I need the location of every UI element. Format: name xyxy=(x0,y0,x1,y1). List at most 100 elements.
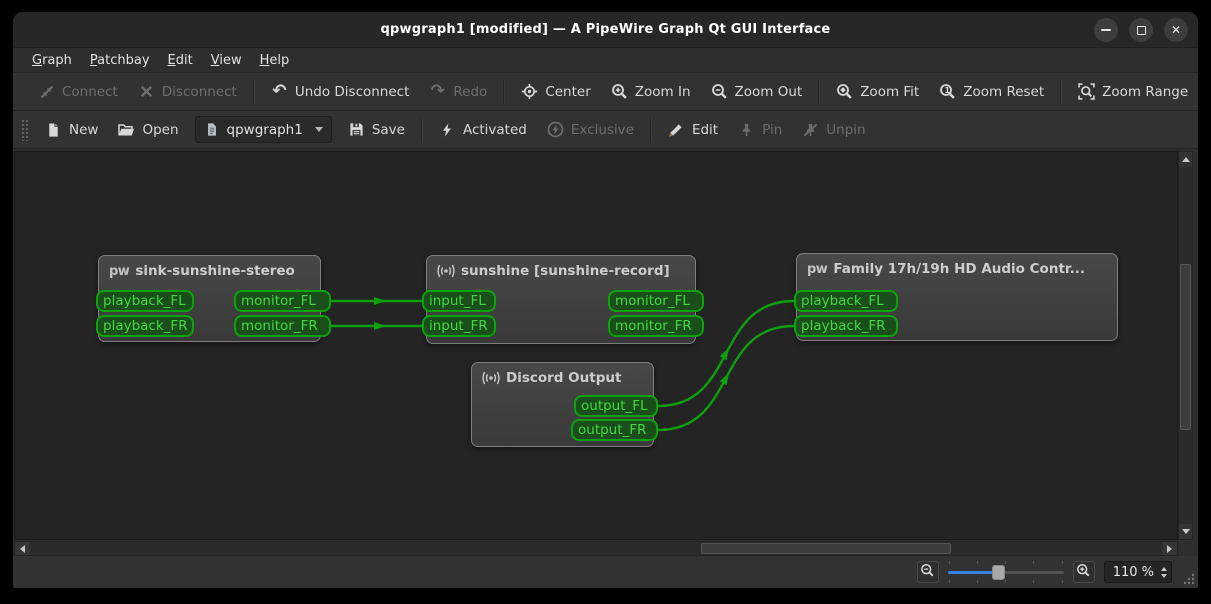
zoom-in-button[interactable]: Zoom In xyxy=(601,77,701,106)
wire-arrowhead xyxy=(719,372,729,386)
arrow-up-icon xyxy=(1181,157,1190,162)
arrow-right-icon xyxy=(1167,544,1172,553)
arrow-left-icon xyxy=(20,544,25,553)
zoom-fit-icon xyxy=(836,83,853,100)
zoom-out-icon xyxy=(711,83,728,100)
new-button[interactable]: New xyxy=(35,115,108,144)
zoom-slider[interactable] xyxy=(947,561,1064,583)
port-monitor-fr[interactable]: monitor_FR xyxy=(234,315,331,337)
port-family-playback-fl[interactable]: playback_FL xyxy=(794,290,898,312)
port-input-fl[interactable]: input_FL xyxy=(422,290,496,312)
port-output-fr[interactable]: output_FR xyxy=(571,419,658,441)
port-family-playback-fr[interactable]: playback_FR xyxy=(794,315,898,337)
port-sunshine-monitor-fr[interactable]: monitor_FR xyxy=(608,315,704,337)
zoom-fit-button[interactable]: Zoom Fit xyxy=(826,77,929,106)
port-playback-fr[interactable]: playback_FR xyxy=(96,315,194,337)
wire-arrowhead xyxy=(374,322,386,330)
connect-button[interactable]: Connect xyxy=(28,77,128,106)
unpin-button[interactable]: Unpin xyxy=(792,115,875,144)
scroll-right-button[interactable] xyxy=(1162,542,1177,555)
redo-icon: ↷ xyxy=(430,81,446,101)
undo-disconnect-button[interactable]: ↶ Undo Disconnect xyxy=(261,77,420,106)
exclusive-bolt-icon xyxy=(547,121,564,138)
edit-button[interactable]: Edit xyxy=(658,115,728,144)
new-file-icon xyxy=(45,121,62,138)
scroll-up-button[interactable] xyxy=(1179,152,1192,167)
app-window: qpwgraph1 [modified] — A PipeWire Graph … xyxy=(13,12,1198,588)
connections-layer xyxy=(331,297,795,432)
patchbay-file-combobox[interactable]: qpwgraph1 xyxy=(194,116,332,143)
menu-graph[interactable]: Graph xyxy=(23,50,81,71)
save-button[interactable]: Save xyxy=(338,115,415,144)
zoom-range-icon xyxy=(1078,83,1095,100)
activated-bolt-icon xyxy=(439,121,456,138)
resize-grip-icon[interactable] xyxy=(1181,571,1195,585)
edit-pencil-icon xyxy=(668,121,685,138)
menu-patchbay[interactable]: Patchbay xyxy=(81,50,159,71)
toolbar-separator xyxy=(649,117,652,142)
port-input-fr[interactable]: input_FR xyxy=(422,315,496,337)
vertical-scrollbar[interactable] xyxy=(1178,151,1193,540)
zoom-out-icon xyxy=(920,563,935,582)
arrow-down-icon xyxy=(1181,529,1190,534)
zoom-in-icon xyxy=(1076,563,1091,582)
disconnect-button[interactable]: PinDisconnect xyxy=(128,77,247,106)
menu-edit[interactable]: Edit xyxy=(159,50,202,71)
open-folder-icon xyxy=(118,121,135,138)
patchbay-toolbar: New Open qpwgraph1 Save Activated Exclus… xyxy=(13,111,1198,149)
zoom-range-button[interactable]: Zoom Range xyxy=(1068,77,1198,106)
zoom-out-button[interactable]: Zoom Out xyxy=(701,77,813,106)
open-button[interactable]: Open xyxy=(108,115,188,144)
statusbar-zoom-in-button[interactable] xyxy=(1072,561,1095,583)
zoom-percent-spinbox[interactable]: 110 % xyxy=(1103,561,1172,583)
port-output-fl[interactable]: output_FL xyxy=(574,395,658,417)
wire-arrowhead xyxy=(719,347,729,361)
graph-canvas[interactable]: pw sink-sunshine-stereo sunshine [sunshi… xyxy=(15,152,1177,539)
toolbar-separator xyxy=(252,79,255,104)
minimize-button[interactable] xyxy=(1094,18,1118,42)
port-playback-fl[interactable]: playback_FL xyxy=(96,290,194,312)
exclusive-button[interactable]: Exclusive xyxy=(537,115,644,144)
activated-button[interactable]: Activated xyxy=(429,115,537,144)
scroll-left-button[interactable] xyxy=(15,542,30,555)
menubar: Graph Patchbay Edit View Help xyxy=(13,48,1198,73)
graph-view[interactable]: pw sink-sunshine-stereo sunshine [sunshi… xyxy=(14,151,1178,540)
graph-toolbar: Connect PinDisconnect ↶ Undo Disconnect … xyxy=(13,73,1198,111)
scroll-down-button[interactable] xyxy=(1179,524,1192,539)
pin-button[interactable]: Pin xyxy=(728,115,792,144)
titlebar[interactable]: qpwgraph1 [modified] — A PipeWire Graph … xyxy=(13,12,1198,48)
toolbar-separator xyxy=(1060,79,1063,104)
menu-view[interactable]: View xyxy=(202,50,251,71)
horizontal-scrollbar-thumb[interactable] xyxy=(701,543,951,554)
horizontal-scrollbar[interactable] xyxy=(14,541,1178,556)
zoom-slider-handle[interactable] xyxy=(991,565,1005,580)
spin-down-icon[interactable] xyxy=(1161,573,1167,578)
toolbar-separator xyxy=(503,79,506,104)
toolbar-drag-handle[interactable] xyxy=(21,118,28,141)
window-title: qpwgraph1 [modified] — A PipeWire Graph … xyxy=(380,22,831,37)
center-button[interactable]: Center xyxy=(511,77,600,106)
spin-up-icon[interactable] xyxy=(1161,566,1167,571)
svg-text:1: 1 xyxy=(945,86,951,95)
zoom-slider-fill xyxy=(947,571,998,574)
statusbar-zoom-out-button[interactable] xyxy=(916,561,939,583)
patchbay-file-icon xyxy=(204,121,221,138)
close-icon: ✕ xyxy=(1170,23,1182,37)
pin-icon xyxy=(738,121,755,138)
unpin-icon xyxy=(802,121,819,138)
redo-button[interactable]: ↷ Redo xyxy=(419,77,497,106)
window-controls: ✕ xyxy=(1094,18,1188,42)
chevron-down-icon xyxy=(314,127,323,132)
zoom-reset-button[interactable]: 1 Zoom Reset xyxy=(929,77,1054,106)
zoom-in-icon xyxy=(611,83,628,100)
port-monitor-fl[interactable]: monitor_FL xyxy=(234,290,331,312)
port-sunshine-monitor-fl[interactable]: monitor_FL xyxy=(608,290,704,312)
center-icon xyxy=(521,83,538,100)
combobox-value: qpwgraph1 xyxy=(226,121,303,138)
vertical-scrollbar-thumb[interactable] xyxy=(1180,264,1191,430)
undo-icon: ↶ xyxy=(272,81,287,101)
menu-help[interactable]: Help xyxy=(251,50,299,71)
maximize-button[interactable] xyxy=(1129,18,1153,42)
close-button[interactable]: ✕ xyxy=(1164,18,1188,42)
save-icon xyxy=(348,121,365,138)
